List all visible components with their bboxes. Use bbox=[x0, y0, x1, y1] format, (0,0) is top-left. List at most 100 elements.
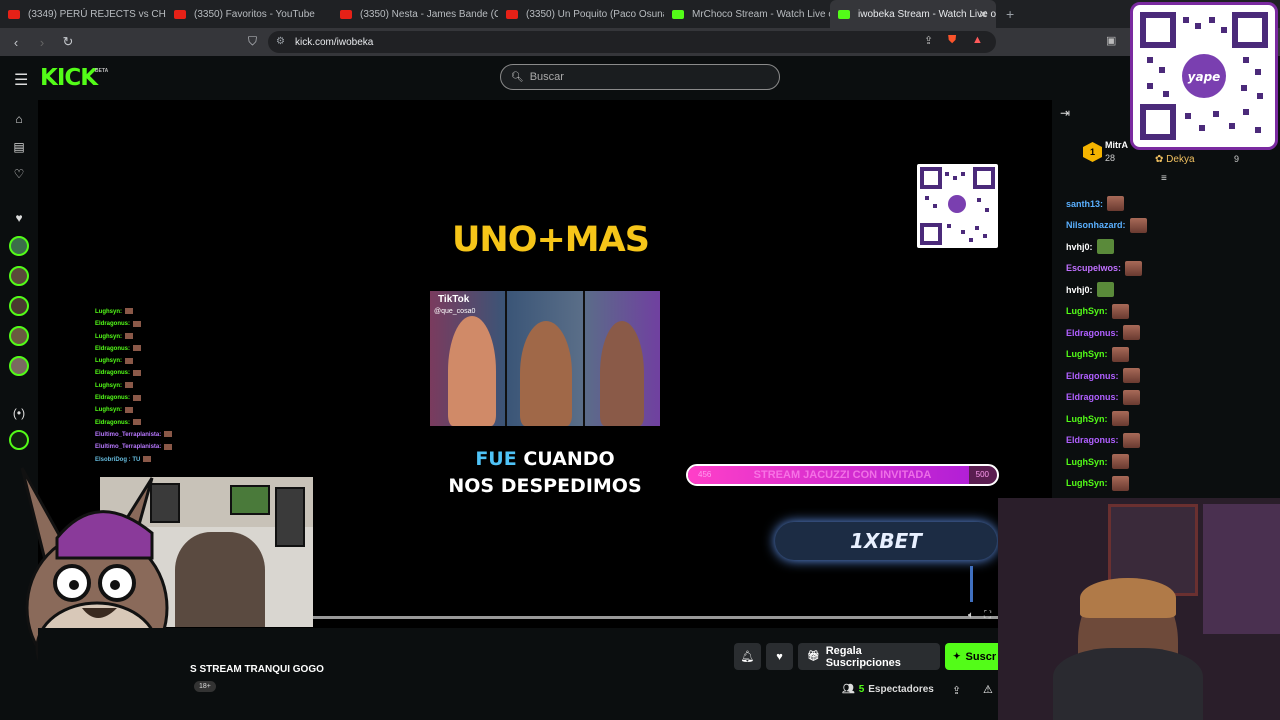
chat-username[interactable]: santh13: bbox=[1066, 199, 1103, 209]
search-icon: 🔍︎ bbox=[511, 71, 524, 83]
chat-message[interactable]: Eldragonus: bbox=[1066, 365, 1276, 387]
chat-message[interactable]: LughSyn: bbox=[1066, 408, 1276, 430]
frog-emote-icon bbox=[1096, 282, 1114, 298]
chat-message[interactable]: LughSyn: bbox=[1066, 473, 1276, 495]
browse-icon[interactable]: ▤ bbox=[10, 140, 28, 154]
forward-icon[interactable]: › bbox=[32, 35, 52, 50]
home-icon[interactable]: ⌂ bbox=[10, 112, 28, 126]
seek-fill bbox=[313, 616, 1003, 619]
browser-tab[interactable]: MrChoco Stream - Watch Live on bbox=[664, 0, 830, 28]
site-info-icon[interactable]: ⚙ bbox=[276, 36, 285, 47]
notification-bell-button[interactable]: 🔔︎ bbox=[734, 643, 761, 670]
report-icon[interactable]: ⚠ bbox=[983, 683, 993, 696]
age-badge: 18+ bbox=[194, 681, 216, 692]
emote-icon bbox=[125, 333, 133, 340]
live-icon[interactable]: (•) bbox=[10, 406, 28, 420]
avatar[interactable] bbox=[9, 236, 29, 256]
heart-icon[interactable]: ♥ bbox=[10, 211, 28, 225]
chat-username[interactable]: Nilsonhazard: bbox=[1066, 220, 1126, 230]
youtube-icon bbox=[340, 9, 352, 19]
chat-username[interactable]: hvhj0: bbox=[1066, 285, 1093, 295]
site-header: ☰ KICK BETA 🔍︎ Buscar bbox=[0, 56, 1280, 100]
filter-icon[interactable]: ≡ bbox=[1161, 173, 1167, 184]
bookmark-icon[interactable]: ⛉ bbox=[248, 34, 257, 49]
share-icon[interactable]: ⇪ bbox=[952, 684, 961, 697]
browser-tab[interactable]: (3350) Favoritos - YouTube bbox=[166, 0, 332, 28]
avatar[interactable] bbox=[9, 266, 29, 286]
emote-icon bbox=[125, 357, 133, 364]
youtube-icon bbox=[506, 9, 518, 19]
chat-username[interactable]: Eldragonus: bbox=[1066, 328, 1119, 338]
chat-username[interactable]: LughSyn: bbox=[1066, 349, 1108, 359]
rewards-icon[interactable]: ▲ bbox=[972, 34, 983, 46]
person-left bbox=[448, 316, 496, 426]
viewer-number: 5 bbox=[858, 684, 865, 695]
fullscreen-icon[interactable]: ⛶ bbox=[984, 610, 991, 621]
browser-tab[interactable]: (3349) PERÚ REJECTS vs CHANDOGS bbox=[0, 0, 166, 28]
chat-message[interactable]: Eldragonus: bbox=[1066, 430, 1276, 452]
url-field[interactable]: ⚙ kick.com/iwobeka bbox=[268, 31, 996, 53]
wall-frame bbox=[275, 487, 305, 547]
chat-message[interactable]: Eldragonus: bbox=[1066, 322, 1276, 344]
svg-text:yape: yape bbox=[1188, 70, 1221, 84]
back-icon[interactable]: ‹ bbox=[6, 35, 26, 50]
tab-title: (3350) Nesta - James Bande (Orig bbox=[360, 8, 498, 20]
chat-messages: santh13: Nilsonhazard: hvhj0: Escupelwos: hv… bbox=[1066, 193, 1276, 494]
menu-icon[interactable]: ☰ bbox=[14, 70, 28, 90]
tab-title: (3350) Favoritos - YouTube bbox=[194, 8, 315, 20]
chat-message[interactable]: Eldragonus: bbox=[1066, 387, 1276, 409]
overlay-chat-user: Lughsyn: bbox=[95, 333, 122, 340]
volume-icon[interactable]: 🔈︎ bbox=[968, 610, 974, 621]
collapse-chat-icon[interactable]: ⇥ bbox=[1060, 106, 1070, 120]
chat-username[interactable]: LughSyn: bbox=[1066, 457, 1108, 467]
chat-username[interactable]: Escupelwos: bbox=[1066, 263, 1121, 273]
chat-message[interactable]: santh13: bbox=[1066, 193, 1276, 215]
overlay-chat-user: Eldragonus: bbox=[95, 321, 131, 328]
overlay-chat-user: Elultimo_Terraplanista: bbox=[95, 444, 162, 451]
close-tab-icon[interactable]: ✕ bbox=[979, 8, 988, 21]
gift-label: Regala Suscripciones bbox=[825, 644, 901, 669]
following-icon[interactable]: ♡ bbox=[10, 167, 28, 181]
browser-tab[interactable]: (3350) Un Poquito (Paco Osuna Rem bbox=[498, 0, 664, 28]
search-input[interactable]: 🔍︎ Buscar bbox=[500, 64, 780, 90]
sidebar-toggle-icon[interactable]: ▣ bbox=[1106, 34, 1116, 47]
chat-username[interactable]: Eldragonus: bbox=[1066, 392, 1119, 402]
panel-divider bbox=[583, 291, 585, 426]
overlay-chat-user: Eldragonus: bbox=[95, 395, 131, 402]
brave-shield-icon[interactable]: ⛊ bbox=[948, 34, 956, 47]
chat-username[interactable]: LughSyn: bbox=[1066, 414, 1108, 424]
share-icon[interactable]: ⇪ bbox=[924, 34, 933, 47]
browser-tab-active[interactable]: iwobeka Stream - Watch Live on ✕ bbox=[830, 0, 996, 28]
new-tab-icon[interactable]: + bbox=[1006, 6, 1014, 22]
chat-message[interactable]: Nilsonhazard: bbox=[1066, 215, 1276, 237]
chat-username[interactable]: hvhj0: bbox=[1066, 242, 1093, 252]
chat-username[interactable]: LughSyn: bbox=[1066, 306, 1108, 316]
video-seek-bar[interactable] bbox=[313, 616, 1003, 619]
overlay-chat-line: Lughsyn: bbox=[95, 380, 172, 392]
subscribe-button[interactable]: ✦ Suscr bbox=[945, 643, 1005, 670]
avatar[interactable] bbox=[9, 430, 29, 450]
overlay-chat-line: Lughsyn: bbox=[95, 306, 172, 318]
users-icon: 👥︎ bbox=[842, 684, 855, 695]
chat-message[interactable]: LughSyn: bbox=[1066, 344, 1276, 366]
gift-subs-button[interactable]: 🎁︎ Regala Suscripciones bbox=[798, 643, 940, 670]
chat-username[interactable]: Eldragonus: bbox=[1066, 435, 1119, 445]
volume-slider[interactable] bbox=[970, 566, 973, 602]
avatar[interactable] bbox=[9, 326, 29, 346]
kick-logo[interactable]: KICK bbox=[40, 65, 98, 91]
avatar[interactable] bbox=[9, 356, 29, 376]
chat-message[interactable]: hvhj0: bbox=[1066, 279, 1276, 301]
chat-username[interactable]: LughSyn: bbox=[1066, 478, 1108, 488]
chat-message[interactable]: LughSyn: bbox=[1066, 451, 1276, 473]
chat-message[interactable]: hvhj0: bbox=[1066, 236, 1276, 258]
search-placeholder: Buscar bbox=[529, 71, 564, 83]
chat-message[interactable]: Escupelwos: bbox=[1066, 258, 1276, 280]
avatar[interactable] bbox=[9, 296, 29, 316]
overlay-chat-user: Eldragonus: bbox=[95, 419, 131, 426]
overlay-chat-user: Elultimo_Terraplanista: bbox=[95, 431, 162, 438]
chat-username[interactable]: Eldragonus: bbox=[1066, 371, 1119, 381]
browser-tab[interactable]: (3350) Nesta - James Bande (Orig bbox=[332, 0, 498, 28]
reload-icon[interactable]: ↻ bbox=[58, 34, 78, 50]
chat-message[interactable]: LughSyn: bbox=[1066, 301, 1276, 323]
follow-button[interactable]: ♥ bbox=[766, 643, 793, 670]
